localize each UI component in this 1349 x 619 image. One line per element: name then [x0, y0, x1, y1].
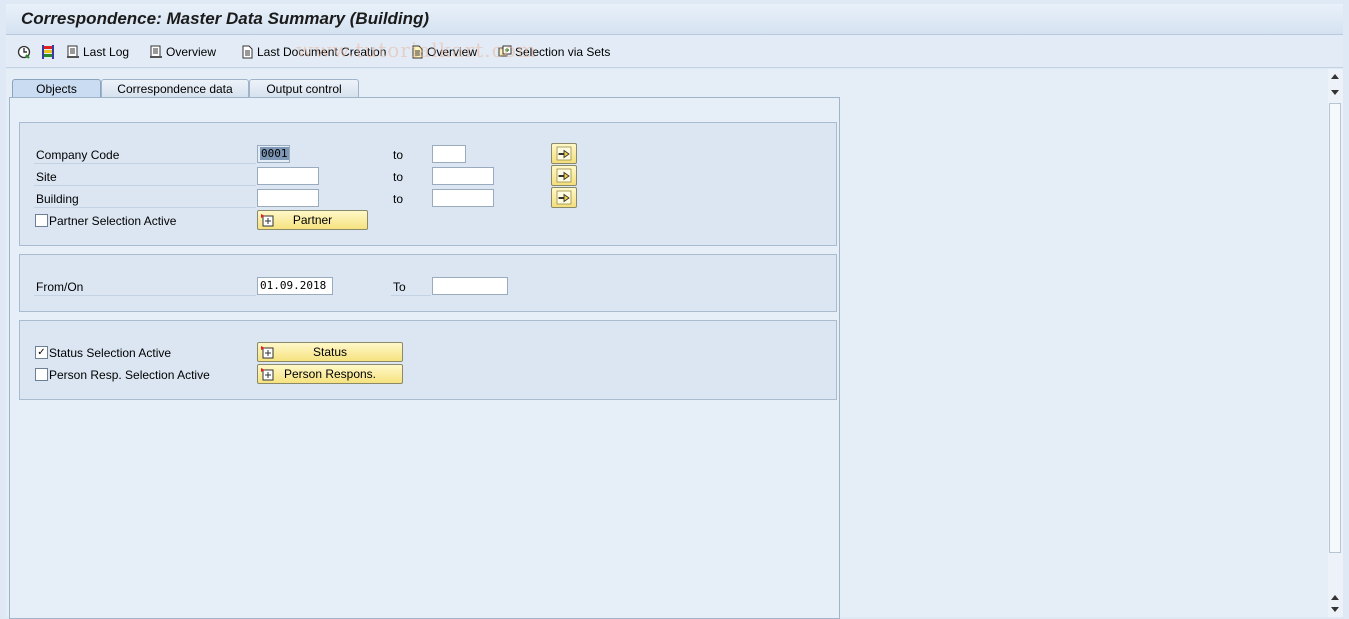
- building-to-label: to: [393, 192, 404, 206]
- company-code-label: Company Code: [36, 148, 120, 162]
- execute-icon: [17, 45, 31, 59]
- overview-icon: [150, 45, 162, 58]
- tab-panel: Company Code 0001 to Site to Building to…: [9, 97, 840, 619]
- label-underline: [34, 185, 256, 186]
- color-legend-icon: [42, 44, 54, 59]
- label-underline: [391, 295, 431, 296]
- status-selection-label: Status Selection Active: [49, 346, 172, 360]
- site-label: Site: [36, 170, 57, 184]
- selection-options-icon: [261, 346, 274, 359]
- status-button[interactable]: Status: [257, 342, 403, 362]
- to-date-label: To: [393, 280, 406, 294]
- scroll-page-down-icon[interactable]: [1331, 595, 1339, 600]
- watermark: www.tutorialkart.com: [296, 38, 537, 62]
- label-underline: [34, 295, 256, 296]
- window-title: Correspondence: Master Data Summary (Bui…: [21, 9, 430, 28]
- selection-options-icon: [261, 214, 274, 227]
- site-to-field[interactable]: [432, 167, 494, 185]
- selection-options-icon: [261, 368, 274, 381]
- multiple-selection-arrow-icon: [556, 146, 572, 161]
- overview-button[interactable]: Overview: [149, 43, 216, 60]
- tab-objects[interactable]: Objects: [12, 79, 101, 98]
- partner-selection-label: Partner Selection Active: [49, 214, 177, 228]
- person-resp-selection-checkbox[interactable]: [35, 368, 48, 381]
- person-responsible-button-label: Person Respons.: [283, 367, 377, 381]
- building-to-field[interactable]: [432, 189, 494, 207]
- scroll-up-icon[interactable]: [1331, 74, 1339, 79]
- vertical-scrollbar[interactable]: [1328, 69, 1343, 617]
- partner-selection-checkbox[interactable]: [35, 214, 48, 227]
- execute-button[interactable]: [17, 43, 34, 60]
- label-underline: [34, 163, 256, 164]
- status-group: ✓ Status Selection Active Status Person …: [19, 320, 837, 400]
- company-code-from-field[interactable]: 0001: [257, 145, 290, 163]
- scroll-page-up-icon[interactable]: [1331, 90, 1339, 95]
- building-multiple-selection-button[interactable]: [551, 187, 577, 208]
- multiple-selection-arrow-icon: [556, 190, 572, 205]
- status-button-label: Status: [312, 345, 348, 359]
- last-log-button[interactable]: Last Log: [66, 43, 129, 60]
- from-on-label: From/On: [36, 280, 84, 294]
- person-responsible-button[interactable]: Person Respons.: [257, 364, 403, 384]
- company-code-to-label: to: [393, 148, 404, 162]
- building-from-field[interactable]: [257, 189, 319, 207]
- label-underline: [34, 207, 256, 208]
- site-multiple-selection-button[interactable]: [551, 165, 577, 186]
- objects-group: Company Code 0001 to Site to Building to…: [19, 122, 837, 246]
- company-code-multiple-selection-button[interactable]: [551, 143, 577, 164]
- dates-group: From/On 01.09.2018 To: [19, 254, 837, 312]
- tab-correspondence-data[interactable]: Correspondence data: [101, 79, 249, 98]
- building-label: Building: [36, 192, 79, 206]
- overview-label: Overview: [166, 44, 217, 59]
- site-from-field[interactable]: [257, 167, 319, 185]
- multiple-selection-arrow-icon: [556, 168, 572, 183]
- scroll-down-icon[interactable]: [1331, 607, 1339, 612]
- document-icon: [242, 45, 253, 58]
- partner-button[interactable]: Partner: [257, 210, 368, 230]
- company-code-from-value: 0001: [260, 147, 289, 160]
- last-log-icon: [67, 45, 79, 58]
- color-legend-button[interactable]: [41, 43, 58, 60]
- person-resp-selection-label: Person Resp. Selection Active: [49, 368, 210, 382]
- from-on-date-field[interactable]: 01.09.2018: [257, 277, 333, 295]
- to-date-field[interactable]: [432, 277, 508, 295]
- status-selection-checkbox[interactable]: ✓: [35, 346, 48, 359]
- company-code-to-field[interactable]: [432, 145, 466, 163]
- main-content: Objects Correspondence data Output contr…: [6, 69, 1328, 619]
- scrollbar-thumb[interactable]: [1329, 103, 1341, 553]
- tab-output-control[interactable]: Output control: [249, 79, 359, 98]
- last-log-label: Last Log: [83, 44, 130, 59]
- title-bar: Correspondence: Master Data Summary (Bui…: [6, 4, 1343, 35]
- site-to-label: to: [393, 170, 404, 184]
- application-toolbar: Last Log Overview Last Document Creation…: [6, 35, 1343, 68]
- partner-button-label: Partner: [292, 213, 333, 227]
